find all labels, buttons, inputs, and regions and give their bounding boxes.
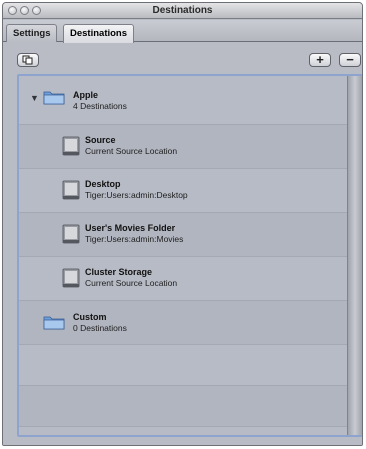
hard-drive-icon bbox=[62, 268, 80, 288]
destination-row-movies-folder[interactable]: User's Movies Folder Tiger:Users:admin:M… bbox=[19, 213, 347, 257]
empty-row bbox=[19, 345, 347, 386]
destination-name: User's Movies Folder bbox=[85, 223, 176, 233]
vertical-scrollbar[interactable] bbox=[347, 76, 362, 435]
destinations-list[interactable]: ▼ Apple 4 Destinations Source Current So… bbox=[17, 74, 362, 437]
toolbar: + − bbox=[3, 43, 362, 71]
folder-icon bbox=[43, 91, 65, 105]
disclosure-triangle-icon[interactable]: ▼ bbox=[30, 93, 39, 103]
group-count: 0 Destinations bbox=[73, 323, 127, 333]
destination-name: Cluster Storage bbox=[85, 267, 153, 277]
hard-drive-icon bbox=[62, 136, 80, 156]
destination-row-source[interactable]: Source Current Source Location bbox=[19, 125, 347, 169]
duplicate-icon bbox=[22, 55, 33, 65]
title-bar[interactable]: Destinations bbox=[3, 3, 362, 19]
duplicate-button[interactable] bbox=[17, 53, 39, 67]
empty-row bbox=[19, 386, 347, 427]
group-name: Apple bbox=[73, 90, 99, 100]
group-count: 4 Destinations bbox=[73, 101, 127, 111]
destination-row-cluster-storage[interactable]: Cluster Storage Current Source Location bbox=[19, 257, 347, 301]
destination-location: Current Source Location bbox=[85, 146, 178, 156]
group-name: Custom bbox=[73, 312, 107, 322]
destination-name: Desktop bbox=[85, 179, 121, 189]
remove-destination-button[interactable]: − bbox=[339, 53, 361, 67]
destination-location: Tiger:Users:admin:Desktop bbox=[85, 190, 188, 200]
empty-row bbox=[19, 427, 347, 435]
window-title: Destinations bbox=[152, 5, 213, 16]
destinations-window: Destinations Settings Destinations + − ▼… bbox=[2, 2, 363, 446]
group-row-custom[interactable]: Custom 0 Destinations bbox=[19, 301, 347, 345]
hard-drive-icon bbox=[62, 180, 80, 200]
tab-destinations[interactable]: Destinations bbox=[63, 24, 135, 43]
destinations-list-content: ▼ Apple 4 Destinations Source Current So… bbox=[19, 76, 347, 435]
folder-icon bbox=[43, 316, 65, 330]
group-row-apple[interactable]: ▼ Apple 4 Destinations bbox=[19, 76, 347, 125]
tab-settings[interactable]: Settings bbox=[6, 24, 58, 42]
tab-bar: Settings Destinations bbox=[3, 20, 362, 43]
add-destination-button[interactable]: + bbox=[309, 53, 331, 67]
destination-row-desktop[interactable]: Desktop Tiger:Users:admin:Desktop bbox=[19, 169, 347, 213]
destination-name: Source bbox=[85, 135, 116, 145]
destination-location: Tiger:Users:admin:Movies bbox=[85, 234, 184, 244]
destination-location: Current Source Location bbox=[85, 278, 178, 288]
window-bottom-edge bbox=[3, 439, 362, 445]
hard-drive-icon bbox=[62, 224, 80, 244]
